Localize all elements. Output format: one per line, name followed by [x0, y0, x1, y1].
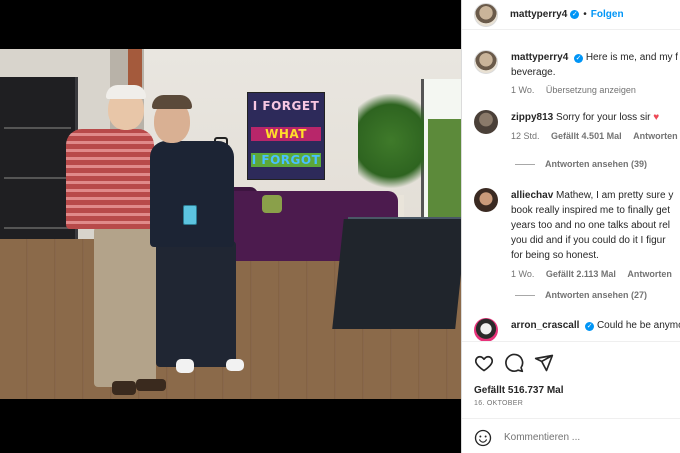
comment-text: years too and no one talks about rel	[511, 220, 670, 231]
heart-emoji-icon: ♥	[653, 112, 660, 123]
comment-text: for being so honest.	[511, 250, 599, 261]
verified-badge-icon: ✓	[570, 10, 580, 19]
caption: mattyperry4 ✓ Here is me, and my f bever…	[474, 50, 680, 95]
comment-text: book really inspired me to finally get	[511, 205, 670, 216]
father-shoe	[112, 381, 136, 395]
comment-text: Could he be anymo	[596, 320, 680, 331]
artwork-text-1: I FORGET	[252, 99, 320, 113]
comments-list[interactable]: mattyperry4 ✓ Here is me, and my f bever…	[462, 38, 680, 342]
reply-button[interactable]: Antworten	[627, 269, 672, 279]
son-shirt	[150, 141, 234, 247]
emoji-picker-icon[interactable]	[474, 429, 492, 447]
father-shoe	[136, 379, 166, 391]
son-sock	[226, 359, 244, 371]
comment-item: alliechav Mathew, I am pretty sure y boo…	[474, 188, 680, 279]
photo-pillow	[262, 195, 282, 213]
post-actions: Gefällt 516.737 Mal 16. OKTOBER	[462, 341, 680, 453]
post-photo[interactable]: I FORGET WHAT I FORGOT	[0, 49, 461, 399]
comment-text: Mathew, I am pretty sure y	[556, 190, 674, 201]
author-username[interactable]: mattyperry4	[510, 9, 567, 20]
comment-time[interactable]: 1 Wo.	[511, 85, 534, 95]
comment-avatar[interactable]	[474, 188, 498, 212]
speech-bubble-icon[interactable]	[504, 353, 524, 373]
photo-pool-table	[332, 219, 461, 329]
comment-text: you did and if you could do it I figur	[511, 235, 666, 246]
view-replies-button[interactable]: Antworten ansehen (39)	[515, 159, 647, 169]
reply-button[interactable]: Antworten	[633, 131, 678, 141]
comment-avatar[interactable]	[474, 110, 498, 134]
heart-outline-icon[interactable]	[474, 353, 494, 373]
father-pants	[94, 227, 156, 387]
comment-username[interactable]: mattyperry4	[511, 52, 568, 63]
author-avatar[interactable]	[474, 2, 498, 27]
post-date[interactable]: 16. OKTOBER	[474, 400, 523, 407]
verified-badge-icon: ✓	[585, 322, 595, 331]
replies-divider	[515, 164, 535, 166]
view-replies-label: Antworten ansehen (39)	[545, 159, 648, 169]
likes-count[interactable]: Gefällt 516.737 Mal	[474, 385, 564, 396]
comment-likes[interactable]: Gefällt 2.113 Mal	[546, 269, 616, 279]
comment-avatar[interactable]	[474, 318, 498, 342]
son-pants	[156, 241, 236, 367]
add-comment-bar	[462, 418, 680, 453]
view-replies-button[interactable]: Antworten ansehen (27)	[515, 290, 647, 300]
photo-artwork: I FORGET WHAT I FORGOT	[247, 92, 325, 180]
translate-link[interactable]: Übersetzung anzeigen	[546, 85, 636, 95]
header-separator: •	[583, 9, 587, 20]
view-replies-label: Antworten ansehen (27)	[545, 290, 648, 300]
son-hair	[152, 95, 192, 109]
comment-time[interactable]: 1 Wo.	[511, 269, 534, 279]
artwork-text-2: WHAT	[251, 127, 321, 141]
comment-text: Sorry for your loss sir	[556, 112, 651, 123]
comment-text: beverage.	[511, 67, 556, 78]
follow-button[interactable]: Folgen	[591, 9, 624, 20]
media-viewer: I FORGET WHAT I FORGOT	[0, 0, 461, 453]
comment-likes[interactable]: Gefällt 4.501 Mal	[551, 131, 622, 141]
comment-username[interactable]: zippy813	[511, 112, 553, 123]
father-shirt	[66, 129, 154, 229]
photo-window	[421, 79, 461, 239]
father-hair	[106, 85, 146, 99]
son-sock	[176, 359, 194, 373]
drink-glass	[183, 205, 197, 225]
comment-username[interactable]: alliechav	[511, 190, 553, 201]
verified-badge-icon: ✓	[574, 54, 584, 63]
replies-divider	[515, 295, 535, 297]
comment-avatar[interactable]	[474, 50, 498, 74]
comment-item: zippy813 Sorry for your loss sir ♥ 12 St…	[474, 110, 680, 141]
photo-plant	[358, 94, 424, 198]
paper-plane-icon[interactable]	[534, 353, 554, 373]
comment-username[interactable]: arron_crascall	[511, 320, 579, 331]
comment-time[interactable]: 12 Std.	[511, 131, 540, 141]
post-sidebar: mattyperry4 ✓ • Folgen mattyperry4 ✓ Her…	[461, 0, 680, 453]
comment-text: Here is me, and my f	[585, 52, 679, 63]
post-header: mattyperry4 ✓ • Folgen	[462, 0, 680, 30]
artwork-text-3: I FORGOT	[251, 153, 321, 167]
comment-input[interactable]	[504, 428, 674, 446]
comment-item: arron_crascall ✓ Could he be anymo	[474, 318, 680, 342]
